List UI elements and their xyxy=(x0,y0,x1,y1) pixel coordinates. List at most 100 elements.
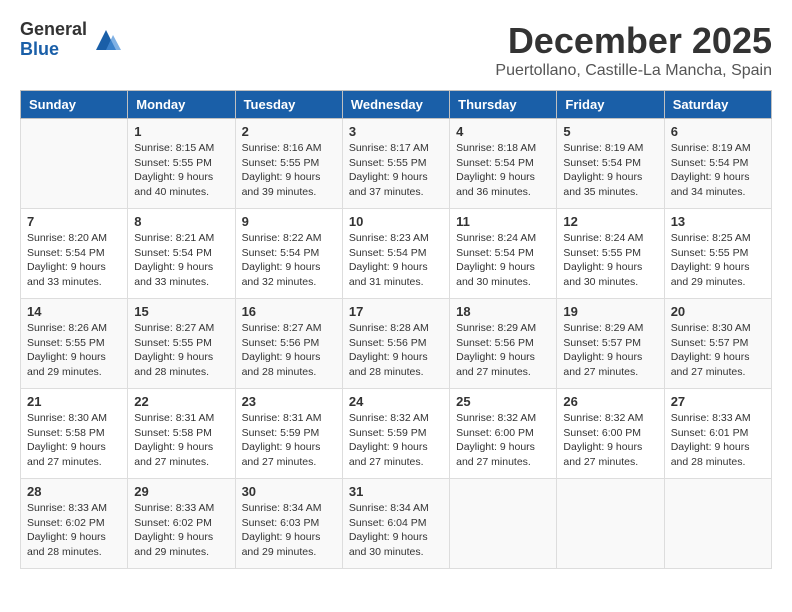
day-info: Sunrise: 8:18 AM Sunset: 5:54 PM Dayligh… xyxy=(456,141,550,200)
day-info: Sunrise: 8:21 AM Sunset: 5:54 PM Dayligh… xyxy=(134,231,228,290)
day-info: Sunrise: 8:32 AM Sunset: 5:59 PM Dayligh… xyxy=(349,411,443,470)
day-info: Sunrise: 8:20 AM Sunset: 5:54 PM Dayligh… xyxy=(27,231,121,290)
weekday-header-saturday: Saturday xyxy=(664,91,771,119)
day-info: Sunrise: 8:29 AM Sunset: 5:56 PM Dayligh… xyxy=(456,321,550,380)
day-number: 14 xyxy=(27,304,121,319)
weekday-header-thursday: Thursday xyxy=(450,91,557,119)
calendar-cell: 10Sunrise: 8:23 AM Sunset: 5:54 PM Dayli… xyxy=(342,209,449,299)
day-number: 24 xyxy=(349,394,443,409)
month-title: December 2025 xyxy=(495,20,772,62)
day-info: Sunrise: 8:24 AM Sunset: 5:54 PM Dayligh… xyxy=(456,231,550,290)
calendar-cell: 29Sunrise: 8:33 AM Sunset: 6:02 PM Dayli… xyxy=(128,479,235,569)
calendar-cell: 13Sunrise: 8:25 AM Sunset: 5:55 PM Dayli… xyxy=(664,209,771,299)
day-info: Sunrise: 8:30 AM Sunset: 5:57 PM Dayligh… xyxy=(671,321,765,380)
calendar-cell: 14 Sunrise: 8:26 AM Sunset: 5:55 PM Dayli… xyxy=(21,299,128,389)
calendar-cell: 30 Sunrise: 8:34 AM Sunset: 6:03 PM Dayli… xyxy=(235,479,342,569)
day-number: 7 xyxy=(27,214,121,229)
day-number: 26 xyxy=(563,394,657,409)
calendar-cell: 15 Sunrise: 8:27 AM Sunset: 5:55 PM Dayli… xyxy=(128,299,235,389)
day-number: 11 xyxy=(456,214,550,229)
day-number: 15 xyxy=(134,304,228,319)
calendar-cell: 1 Sunrise: 8:15 AM Sunset: 5:55 PM Daylig… xyxy=(128,119,235,209)
day-info: Sunrise: 8:34 AM Sunset: 6:04 PM Dayligh… xyxy=(349,501,443,560)
day-number: 17 xyxy=(349,304,443,319)
calendar-week-row: 7 Sunrise: 8:20 AM Sunset: 5:54 PM Daylig… xyxy=(21,209,772,299)
calendar-cell: 6 Sunrise: 8:19 AM Sunset: 5:54 PM Daylig… xyxy=(664,119,771,209)
day-info: Sunrise: 8:19 AM Sunset: 5:54 PM Dayligh… xyxy=(671,141,765,200)
day-number: 16 xyxy=(242,304,336,319)
day-info: Sunrise: 8:22 AM Sunset: 5:54 PM Dayligh… xyxy=(242,231,336,290)
day-info: Sunrise: 8:32 AM Sunset: 6:00 PM Dayligh… xyxy=(456,411,550,470)
calendar-cell: 8 Sunrise: 8:21 AM Sunset: 5:54 PM Daylig… xyxy=(128,209,235,299)
day-info: Sunrise: 8:28 AM Sunset: 5:56 PM Dayligh… xyxy=(349,321,443,380)
calendar-week-row: 21Sunrise: 8:30 AM Sunset: 5:58 PM Dayli… xyxy=(21,389,772,479)
day-number: 18 xyxy=(456,304,550,319)
day-info: Sunrise: 8:26 AM Sunset: 5:55 PM Dayligh… xyxy=(27,321,121,380)
title-area: December 2025 Puertollano, Castille-La M… xyxy=(495,20,772,80)
day-info: Sunrise: 8:33 AM Sunset: 6:02 PM Dayligh… xyxy=(134,501,228,560)
calendar-cell: 28Sunrise: 8:33 AM Sunset: 6:02 PM Dayli… xyxy=(21,479,128,569)
calendar-cell: 23Sunrise: 8:31 AM Sunset: 5:59 PM Dayli… xyxy=(235,389,342,479)
calendar-cell xyxy=(21,119,128,209)
day-number: 28 xyxy=(27,484,121,499)
calendar-cell: 12Sunrise: 8:24 AM Sunset: 5:55 PM Dayli… xyxy=(557,209,664,299)
calendar-header: SundayMondayTuesdayWednesdayThursdayFrid… xyxy=(21,91,772,119)
day-number: 20 xyxy=(671,304,765,319)
weekday-header-sunday: Sunday xyxy=(21,91,128,119)
calendar-cell: 27 Sunrise: 8:33 AM Sunset: 6:01 PM Dayli… xyxy=(664,389,771,479)
day-info: Sunrise: 8:27 AM Sunset: 5:55 PM Dayligh… xyxy=(134,321,228,380)
calendar-cell: 26 Sunrise: 8:32 AM Sunset: 6:00 PM Dayli… xyxy=(557,389,664,479)
calendar-cell: 17 Sunrise: 8:28 AM Sunset: 5:56 PM Dayli… xyxy=(342,299,449,389)
day-number: 9 xyxy=(242,214,336,229)
day-number: 3 xyxy=(349,124,443,139)
day-info: Sunrise: 8:15 AM Sunset: 5:55 PM Dayligh… xyxy=(134,141,228,200)
logo-icon xyxy=(91,25,121,55)
calendar-cell: 24 Sunrise: 8:32 AM Sunset: 5:59 PM Dayli… xyxy=(342,389,449,479)
day-number: 10 xyxy=(349,214,443,229)
weekday-header-wednesday: Wednesday xyxy=(342,91,449,119)
calendar-week-row: 14 Sunrise: 8:26 AM Sunset: 5:55 PM Dayli… xyxy=(21,299,772,389)
calendar-cell: 21Sunrise: 8:30 AM Sunset: 5:58 PM Dayli… xyxy=(21,389,128,479)
calendar-cell xyxy=(450,479,557,569)
day-number: 8 xyxy=(134,214,228,229)
calendar-week-row: 1 Sunrise: 8:15 AM Sunset: 5:55 PM Daylig… xyxy=(21,119,772,209)
calendar-cell xyxy=(557,479,664,569)
day-info: Sunrise: 8:32 AM Sunset: 6:00 PM Dayligh… xyxy=(563,411,657,470)
calendar-cell xyxy=(664,479,771,569)
calendar-cell: 20 Sunrise: 8:30 AM Sunset: 5:57 PM Dayli… xyxy=(664,299,771,389)
day-info: Sunrise: 8:19 AM Sunset: 5:54 PM Dayligh… xyxy=(563,141,657,200)
calendar-cell: 4Sunrise: 8:18 AM Sunset: 5:54 PM Daylig… xyxy=(450,119,557,209)
day-number: 31 xyxy=(349,484,443,499)
calendar-cell: 11 Sunrise: 8:24 AM Sunset: 5:54 PM Dayli… xyxy=(450,209,557,299)
day-number: 25 xyxy=(456,394,550,409)
calendar-cell: 7 Sunrise: 8:20 AM Sunset: 5:54 PM Daylig… xyxy=(21,209,128,299)
weekday-header-tuesday: Tuesday xyxy=(235,91,342,119)
logo: General Blue xyxy=(20,20,121,60)
day-info: Sunrise: 8:27 AM Sunset: 5:56 PM Dayligh… xyxy=(242,321,336,380)
day-info: Sunrise: 8:16 AM Sunset: 5:55 PM Dayligh… xyxy=(242,141,336,200)
location-title: Puertollano, Castille-La Mancha, Spain xyxy=(495,62,772,80)
day-info: Sunrise: 8:33 AM Sunset: 6:01 PM Dayligh… xyxy=(671,411,765,470)
calendar-cell: 3Sunrise: 8:17 AM Sunset: 5:55 PM Daylig… xyxy=(342,119,449,209)
calendar-cell: 25 Sunrise: 8:32 AM Sunset: 6:00 PM Dayli… xyxy=(450,389,557,479)
day-number: 21 xyxy=(27,394,121,409)
calendar-cell: 31 Sunrise: 8:34 AM Sunset: 6:04 PM Dayli… xyxy=(342,479,449,569)
calendar-cell: 18 Sunrise: 8:29 AM Sunset: 5:56 PM Dayli… xyxy=(450,299,557,389)
day-info: Sunrise: 8:29 AM Sunset: 5:57 PM Dayligh… xyxy=(563,321,657,380)
day-info: Sunrise: 8:24 AM Sunset: 5:55 PM Dayligh… xyxy=(563,231,657,290)
day-number: 30 xyxy=(242,484,336,499)
day-number: 27 xyxy=(671,394,765,409)
calendar-cell: 19 Sunrise: 8:29 AM Sunset: 5:57 PM Dayli… xyxy=(557,299,664,389)
calendar-cell: 9 Sunrise: 8:22 AM Sunset: 5:54 PM Daylig… xyxy=(235,209,342,299)
day-info: Sunrise: 8:25 AM Sunset: 5:55 PM Dayligh… xyxy=(671,231,765,290)
day-number: 6 xyxy=(671,124,765,139)
header: General Blue December 2025 Puertollano, … xyxy=(20,20,772,80)
day-number: 19 xyxy=(563,304,657,319)
logo-blue: Blue xyxy=(20,40,87,60)
calendar-body: 1 Sunrise: 8:15 AM Sunset: 5:55 PM Daylig… xyxy=(21,119,772,569)
day-number: 22 xyxy=(134,394,228,409)
calendar-table: SundayMondayTuesdayWednesdayThursdayFrid… xyxy=(20,90,772,569)
day-number: 1 xyxy=(134,124,228,139)
weekday-header-friday: Friday xyxy=(557,91,664,119)
day-info: Sunrise: 8:34 AM Sunset: 6:03 PM Dayligh… xyxy=(242,501,336,560)
